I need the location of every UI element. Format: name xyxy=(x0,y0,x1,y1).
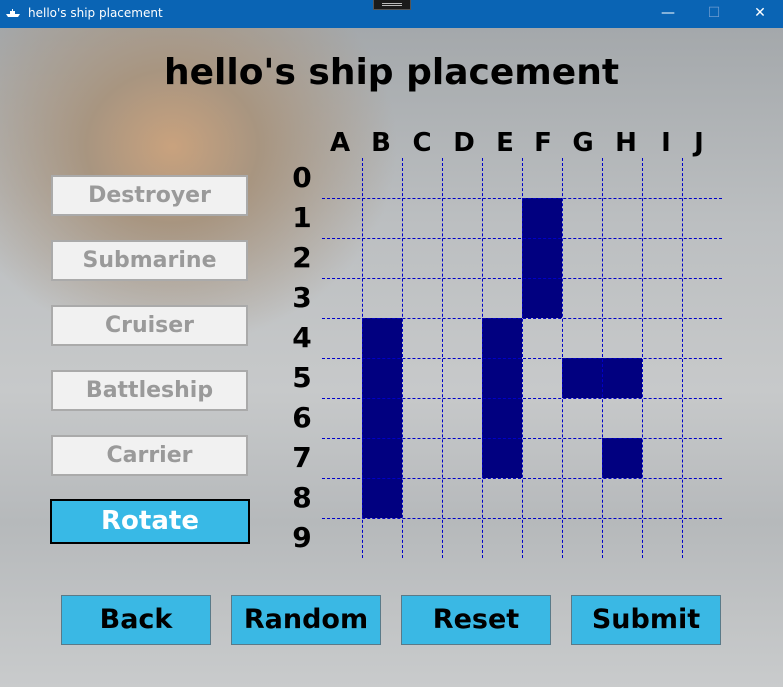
row-label: 9 xyxy=(292,521,312,554)
placement-panel: hello's ship placement Destroyer Submari… xyxy=(0,28,783,687)
grid-line xyxy=(322,478,722,479)
grid-line xyxy=(322,438,722,439)
grid-line xyxy=(322,518,722,519)
row-label: 6 xyxy=(292,401,312,434)
occupied-cell[interactable] xyxy=(362,398,402,438)
grid-line xyxy=(322,398,722,399)
occupied-cell[interactable] xyxy=(522,238,562,278)
battleship-button[interactable]: Battleship xyxy=(51,370,248,411)
occupied-cell[interactable] xyxy=(362,438,402,478)
occupied-cell[interactable] xyxy=(362,358,402,398)
grid-line xyxy=(642,158,643,558)
occupied-cell[interactable] xyxy=(482,358,522,398)
column-label: E xyxy=(496,128,514,158)
column-label: D xyxy=(453,128,475,158)
occupied-cell[interactable] xyxy=(602,358,642,398)
app-window: hello's ship placement — ☐ ✕ hello's shi… xyxy=(0,0,783,687)
drag-handle[interactable] xyxy=(373,0,411,10)
ship-icon xyxy=(6,9,20,17)
column-label: H xyxy=(615,128,637,158)
row-label: 0 xyxy=(292,161,312,194)
column-label: G xyxy=(572,128,594,158)
window-title: hello's ship placement xyxy=(28,6,163,20)
occupied-cell[interactable] xyxy=(362,478,402,518)
column-label: B xyxy=(371,128,391,158)
submarine-button[interactable]: Submarine xyxy=(51,240,248,281)
grid-line xyxy=(682,158,683,558)
row-label: 3 xyxy=(292,281,312,314)
placement-grid[interactable] xyxy=(322,158,722,558)
occupied-cell[interactable] xyxy=(602,438,642,478)
reset-button[interactable]: Reset xyxy=(401,595,551,645)
occupied-cell[interactable] xyxy=(522,198,562,238)
rotate-button[interactable]: Rotate xyxy=(50,499,250,544)
row-label: 1 xyxy=(292,201,312,234)
occupied-cell[interactable] xyxy=(562,358,602,398)
row-label: 4 xyxy=(292,321,312,354)
row-label: 7 xyxy=(292,441,312,474)
submit-button[interactable]: Submit xyxy=(571,595,721,645)
occupied-cell[interactable] xyxy=(522,278,562,318)
column-label: J xyxy=(694,128,704,158)
close-button[interactable]: ✕ xyxy=(737,0,783,28)
minimize-button[interactable]: — xyxy=(645,0,691,28)
grid-line xyxy=(562,158,563,558)
occupied-cell[interactable] xyxy=(482,438,522,478)
row-label: 2 xyxy=(292,241,312,274)
title-bar[interactable]: hello's ship placement — ☐ ✕ xyxy=(0,0,783,28)
carrier-button[interactable]: Carrier xyxy=(51,435,248,476)
row-label: 5 xyxy=(292,361,312,394)
column-label: A xyxy=(329,128,351,158)
maximize-button[interactable]: ☐ xyxy=(691,0,737,28)
cruiser-button[interactable]: Cruiser xyxy=(51,305,248,346)
destroyer-button[interactable]: Destroyer xyxy=(51,175,248,216)
grid-line xyxy=(322,358,722,359)
back-button[interactable]: Back xyxy=(61,595,211,645)
occupied-cell[interactable] xyxy=(482,398,522,438)
random-button[interactable]: Random xyxy=(231,595,381,645)
occupied-cell[interactable] xyxy=(362,318,402,358)
grid-line xyxy=(602,158,603,558)
occupied-cell[interactable] xyxy=(482,318,522,358)
column-label: F xyxy=(534,128,552,158)
row-label: 8 xyxy=(292,481,312,514)
page-title: hello's ship placement xyxy=(163,52,620,93)
column-label: C xyxy=(412,128,432,158)
